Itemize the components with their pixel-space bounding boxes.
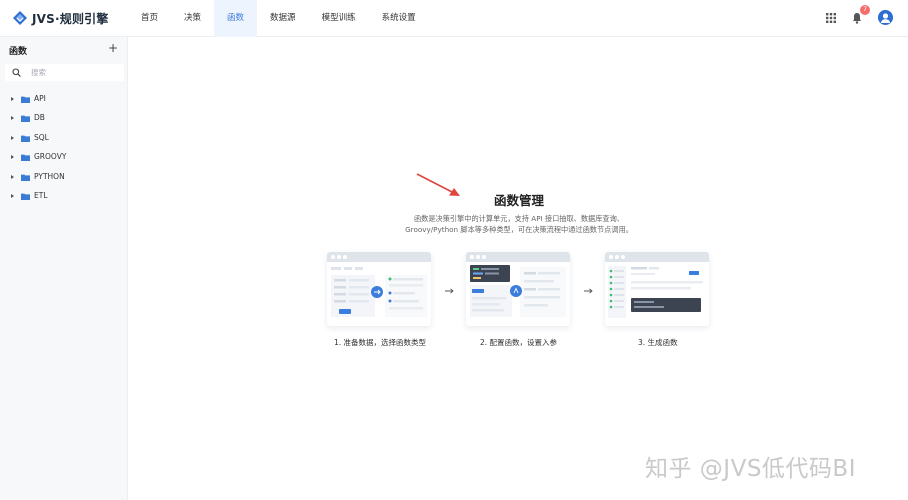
folder-icon: [21, 193, 30, 200]
folder-icon: [21, 96, 30, 103]
folder-icon: [21, 154, 30, 162]
notification-badge: 7: [860, 5, 870, 15]
tree-item-label: ETL: [34, 190, 48, 200]
grid-icon[interactable]: [826, 13, 836, 23]
tab-model-training[interactable]: 模型训练: [309, 0, 369, 37]
tree-item-label: DB: [34, 113, 45, 123]
step-2-label: 2. 配置函数，设置入参: [480, 338, 558, 347]
caret-right-icon[interactable]: [11, 193, 14, 198]
app-name: JVS·规则引擎: [32, 11, 109, 26]
step-3-label: 3. 生成函数: [638, 338, 678, 347]
folder-icon: [21, 135, 30, 142]
tree-item-sql[interactable]: SQL: [0, 129, 128, 148]
description-line: Groovy/Python 脚本等多种类型，可在决策流程中通过函数节点调用。: [405, 225, 633, 234]
caret-right-icon[interactable]: [11, 155, 14, 160]
tree-item-api[interactable]: API: [0, 90, 128, 109]
description-line: 函数是决策引擎中的计算单元，支持 API 接口抽取、数据库查询、: [413, 214, 624, 223]
function-tree: API DB SQL GROOVY PYTHON ETL: [0, 90, 128, 206]
tab-home[interactable]: 首页: [128, 0, 171, 37]
prepare-data-illustration: [331, 267, 427, 317]
configure-function-illustration: [470, 265, 566, 317]
search-icon: [12, 68, 21, 77]
logo-icon: [13, 11, 27, 25]
tree-item-label: SQL: [34, 132, 49, 142]
tree-item-label: GROOVY: [34, 152, 67, 162]
top-bar: JVS·规则引擎 首页 决策 函数 数据源 模型训练 系统设置 7: [0, 0, 908, 37]
user-avatar-icon[interactable]: [878, 10, 893, 25]
step-2-illustration: [466, 252, 570, 326]
tab-functions[interactable]: 函数: [214, 0, 258, 37]
plus-icon[interactable]: +: [108, 42, 118, 54]
step-1-illustration: [327, 252, 431, 326]
bell-icon[interactable]: [852, 12, 862, 24]
tree-item-db[interactable]: DB: [0, 109, 128, 128]
tree-item-python[interactable]: PYTHON: [0, 168, 128, 187]
tree-item-label: PYTHON: [34, 171, 65, 181]
arrow-right-icon: [584, 288, 593, 294]
caret-right-icon[interactable]: [11, 116, 14, 121]
tree-item-etl[interactable]: ETL: [0, 187, 128, 206]
tab-datasource[interactable]: 数据源: [257, 0, 309, 37]
watermark: 知乎 @JVS低代码BI: [645, 456, 856, 482]
caret-right-icon[interactable]: [11, 174, 14, 179]
arrow-right-icon: [445, 288, 454, 294]
main-nav: 首页 决策 函数 数据源 模型训练 系统设置: [128, 0, 429, 37]
step-1-label: 1. 准备数据，选择函数类型: [334, 338, 427, 347]
search-box: [5, 64, 124, 81]
step-3-illustration: [605, 252, 709, 326]
main-content: 函数管理 函数是决策引擎中的计算单元，支持 API 接口抽取、数据库查询、 Gr…: [129, 37, 908, 500]
caret-right-icon[interactable]: [11, 97, 14, 101]
tab-decision[interactable]: 决策: [171, 0, 214, 37]
sidebar: 函数 + API DB SQL GROOVY: [0, 37, 128, 500]
tab-system-settings[interactable]: 系统设置: [369, 0, 429, 37]
caret-right-icon[interactable]: [11, 135, 14, 140]
tree-item-label: API: [34, 94, 46, 103]
page-description: 函数是决策引擎中的计算单元，支持 API 接口抽取、数据库查询、 Groovy/…: [359, 213, 679, 235]
folder-icon: [21, 115, 30, 123]
generate-function-illustration: [608, 266, 703, 318]
search-input[interactable]: [31, 66, 119, 79]
app-logo[interactable]: JVS·规则引擎: [12, 9, 109, 27]
page-title: 函数管理: [493, 193, 544, 208]
sidebar-title: 函数: [9, 47, 28, 57]
tree-item-groovy[interactable]: GROOVY: [0, 148, 128, 167]
folder-icon: [21, 174, 30, 181]
